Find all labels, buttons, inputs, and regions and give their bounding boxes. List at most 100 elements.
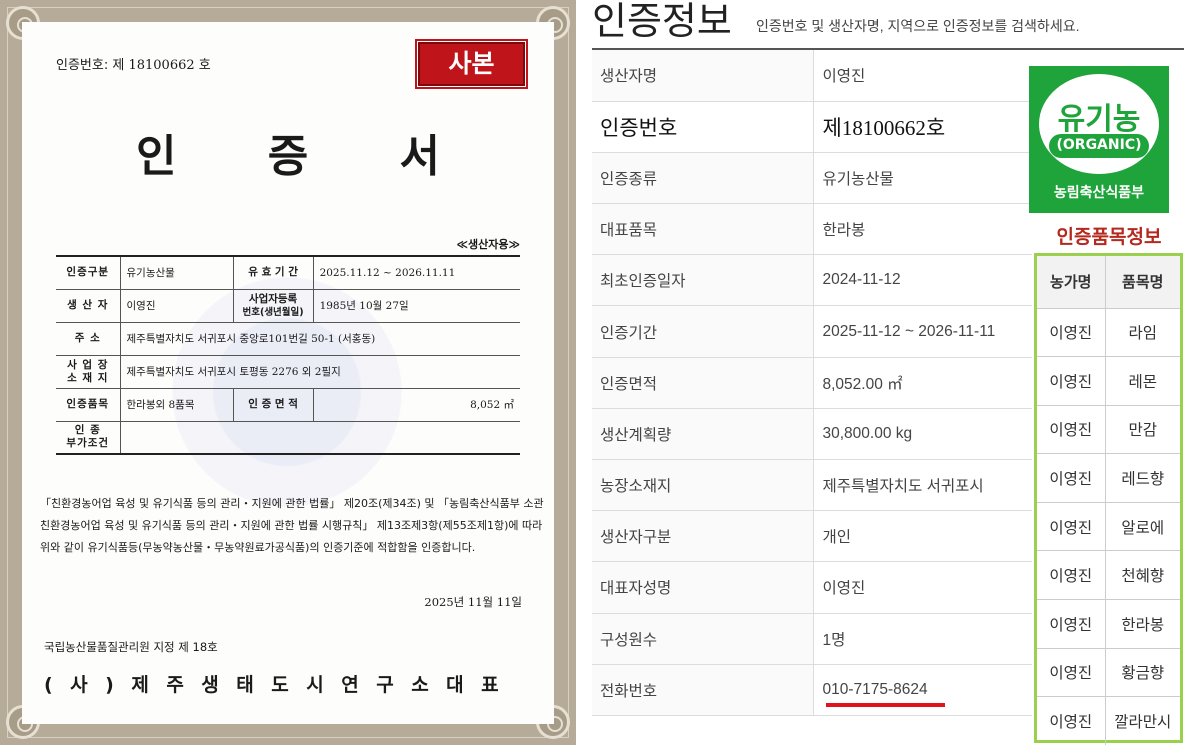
info-row: 생산자명 이영진 bbox=[592, 50, 1032, 102]
cert-site-label: 사 업 장 소 재 지 bbox=[56, 354, 121, 389]
table-row: 이영진 만감 bbox=[1037, 405, 1180, 455]
page-title: 인증정보 bbox=[592, 1, 732, 43]
cert-site-label-line2: 소 재 지 bbox=[67, 371, 109, 384]
info-row: 대표자성명 이영진 bbox=[592, 561, 1032, 614]
table-row: 이영진 레드향 bbox=[1037, 453, 1180, 503]
cert-type-value: 유기농산물 bbox=[120, 255, 234, 290]
info-value: 8,052.00 ㎡ bbox=[813, 357, 1032, 409]
product-name: 알로에 bbox=[1105, 502, 1180, 552]
page-subtitle: 인증번호 및 생산자명, 지역으로 인증정보를 검색하세요. bbox=[756, 18, 1080, 34]
cert-row-items: 인증품목 한라봉외 8품목 인 증 면 적 8,052 ㎡ bbox=[56, 387, 520, 422]
table-row: 이영진 라임 bbox=[1037, 308, 1180, 358]
certificate-table: 인증구분 유기농산물 유 효 기 간 2025.11.12 ~ 2026.11.… bbox=[56, 255, 520, 455]
cert-items-value: 한라봉외 8품목 bbox=[120, 387, 234, 422]
table-row: 이영진 레몬 bbox=[1037, 356, 1180, 406]
product-name: 라임 bbox=[1105, 308, 1180, 358]
farm-name: 이영진 bbox=[1037, 356, 1106, 406]
info-key: 인증기간 bbox=[592, 305, 814, 358]
cert-reg-label-line2: 번호(생년월일) bbox=[242, 306, 304, 318]
producer-use-label: ≪생산자용≫ bbox=[456, 238, 520, 251]
product-name: 깔라만시 bbox=[1114, 714, 1172, 732]
organic-logo-word: 유기농 bbox=[1057, 102, 1141, 137]
phone-highlight-underline bbox=[826, 703, 945, 707]
issue-date: 2025년 11월 11일 bbox=[424, 595, 522, 609]
info-row: 인증번호 제18100662호 bbox=[592, 101, 1032, 153]
items-header-product: 품목명 bbox=[1105, 256, 1180, 309]
table-row: 이영진 깔라만시 bbox=[1037, 696, 1180, 745]
info-key: 인증면적 bbox=[592, 357, 814, 409]
info-row: 최초인증일자 2024-11-12 bbox=[592, 254, 1032, 307]
info-key: 생산자명 bbox=[592, 50, 814, 102]
product-name: 황금향 bbox=[1105, 648, 1180, 698]
organic-logo-ministry: 농림축산식품부 bbox=[1053, 185, 1145, 201]
info-row: 구성원수 1명 bbox=[592, 613, 1032, 665]
cert-conditions-label-line1: 인 종 bbox=[74, 424, 101, 437]
farm-name: 이영진 bbox=[1037, 502, 1106, 552]
cert-valid-value: 2025.11.12 ~ 2026.11.11 bbox=[313, 255, 520, 290]
info-value: 개인 bbox=[813, 510, 1032, 563]
cert-reg-value: 1985년 10월 27일 bbox=[313, 288, 520, 323]
info-value: 2025-11-12 ~ 2026-11-11 bbox=[813, 305, 1032, 358]
items-table: 농가명 품목명 이영진 라임 이영진 레몬 이영진 만감 이영진 레드향 이영진 알로에 … bbox=[1037, 256, 1180, 745]
cert-area-label: 인 증 면 적 bbox=[232, 387, 314, 422]
items-section-title: 인증품목정보 bbox=[1056, 226, 1162, 248]
cert-conditions-value bbox=[120, 420, 520, 455]
table-row: 이영진 황금향 bbox=[1037, 648, 1180, 698]
info-value: 유기농산물 bbox=[813, 152, 1032, 205]
info-key: 생산계획량 bbox=[592, 408, 814, 461]
items-header-row: 농가명 품목명 bbox=[1037, 256, 1180, 309]
info-row: 생산자구분 개인 bbox=[592, 510, 1032, 563]
info-row: 인증종류 유기농산물 bbox=[592, 152, 1032, 205]
farm-name: 이영진 bbox=[1037, 550, 1106, 601]
cert-reg-label-line1: 사업자등록 bbox=[248, 292, 298, 305]
signatory: (사)제주생태도시연구소대표 bbox=[44, 674, 517, 696]
product-name: 만감 bbox=[1105, 405, 1180, 455]
info-row: 생산계획량 30,800.00 kg bbox=[592, 408, 1032, 461]
info-key: 생산자구분 bbox=[592, 510, 814, 563]
cert-producer-label: 생 산 자 bbox=[56, 288, 121, 323]
info-value: 1명 bbox=[813, 613, 1032, 665]
info-key: 최초인증일자 bbox=[592, 254, 814, 307]
info-row: 전화번호 010-7175-8624 bbox=[592, 664, 1032, 716]
cert-conditions-label-line2: 부가조건 bbox=[66, 437, 110, 450]
organic-certification-logo: 유기농 (ORGANIC) 농림축산식품부 bbox=[1029, 66, 1169, 213]
cert-producer-value: 이영진 bbox=[120, 288, 234, 323]
certification-info-table: 생산자명 이영진 인증번호 제18100662호 인증종류 유기농산물 대표품목… bbox=[592, 50, 1032, 716]
cert-valid-label: 유 효 기 간 bbox=[232, 255, 314, 290]
info-key: 대표자성명 bbox=[592, 561, 814, 614]
cert-type-label: 인증구분 bbox=[56, 255, 121, 290]
info-value phone-number: 010-7175-8624 bbox=[813, 664, 1032, 716]
farm-name: 이영진 bbox=[1037, 453, 1106, 503]
cert-area-value: 8,052 ㎡ bbox=[313, 387, 520, 422]
info-value: 제18100662호 bbox=[813, 101, 1032, 153]
info-row: 인증기간 2025-11-12 ~ 2026-11-11 bbox=[592, 305, 1032, 358]
info-value: 이영진 bbox=[813, 50, 1032, 102]
product-name: 레드향 bbox=[1105, 453, 1180, 503]
info-key: 인증종류 bbox=[592, 152, 814, 205]
cert-row-conditions: 인 종 부가조건 bbox=[56, 420, 520, 455]
table-row: 이영진 한라봉 bbox=[1037, 599, 1180, 649]
info-value: 30,800.00 kg bbox=[813, 408, 1032, 461]
certificate-title: 인 증 서 bbox=[135, 131, 479, 182]
product-name: 천혜향 bbox=[1105, 550, 1180, 601]
cert-reg-label: 사업자등록 번호(생년월일) bbox=[232, 288, 314, 323]
farm-name: 이영진 bbox=[1037, 308, 1106, 358]
cert-address-label: 주 소 bbox=[56, 321, 121, 356]
cert-row-type: 인증구분 유기농산물 유 효 기 간 2025.11.12 ~ 2026.11.… bbox=[56, 255, 520, 290]
info-key: 전화번호 bbox=[592, 664, 814, 716]
info-row: 농장소재지 제주특별자치도 서귀포시 bbox=[592, 459, 1032, 512]
cert-row-producer: 생 산 자 이영진 사업자등록 번호(생년월일) 1985년 10월 27일 bbox=[56, 288, 520, 323]
farm-name: 이영진 bbox=[1037, 405, 1106, 455]
info-key: 대표품목 bbox=[592, 203, 814, 256]
items-header-farm: 농가명 bbox=[1037, 256, 1106, 309]
info-value: 2024-11-12 bbox=[813, 254, 1032, 307]
product-name: 레몬 bbox=[1105, 356, 1180, 406]
certificate-number-value: 제 18100662 호 bbox=[112, 58, 211, 73]
farm-name: 이영진 bbox=[1037, 599, 1106, 649]
cert-items-label: 인증품목 bbox=[56, 387, 121, 422]
farm-name: 이영진 bbox=[1037, 648, 1106, 698]
agency-designation: 국립농산물품질관리원 지정 제 18호 bbox=[44, 640, 218, 654]
cert-row-site: 사 업 장 소 재 지 제주특별자치도 서귀포시 토평동 2276 외 2필지 bbox=[56, 354, 520, 389]
certification-statement: 「친환경농어업 육성 및 유기식품 등의 관리・지원에 관한 법률」 제20조(… bbox=[40, 497, 544, 554]
table-row: 이영진 천혜향 bbox=[1037, 550, 1180, 601]
